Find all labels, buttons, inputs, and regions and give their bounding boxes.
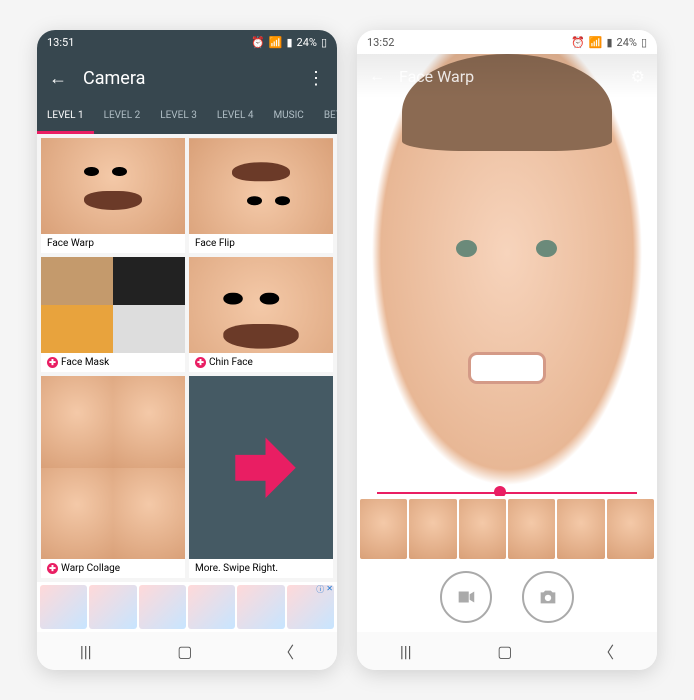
ad-item (89, 585, 136, 629)
status-indicators: ⏰ 📶 ▮ 24% ▯ (251, 36, 327, 49)
slider-thumb[interactable] (494, 486, 506, 496)
effect-thumb[interactable] (409, 499, 456, 559)
nav-bar: ||| ▢ 〈 (357, 632, 657, 670)
status-indicators: ⏰ 📶 ▮ 24% ▯ (571, 36, 647, 49)
tab-music[interactable]: MUSIC (263, 102, 313, 134)
tile-thumbnail (41, 257, 185, 353)
battery-text: 24% (617, 36, 637, 49)
effect-thumb[interactable] (459, 499, 506, 559)
tile-thumbnail (189, 138, 333, 234)
ad-item (188, 585, 235, 629)
face-image (357, 54, 657, 496)
premium-badge-icon: ✚ (195, 357, 206, 368)
app-bar: ← Camera ⋮ (37, 54, 337, 102)
battery-icon: ▯ (321, 36, 327, 49)
capture-controls (357, 562, 657, 632)
phone-camera-levels: 13:51 ⏰ 📶 ▮ 24% ▯ ← Camera ⋮ LEVEL 1 LEV… (37, 30, 337, 670)
ad-item (237, 585, 284, 629)
record-video-button[interactable] (440, 571, 492, 623)
battery-text: 24% (297, 36, 317, 49)
more-icon[interactable]: ⋮ (307, 68, 325, 89)
take-photo-button[interactable] (522, 571, 574, 623)
effect-thumb[interactable] (508, 499, 555, 559)
tile-label: More. Swipe Right. (189, 559, 333, 578)
alarm-icon: ⏰ (251, 36, 265, 49)
tile-face-mask[interactable]: ✚Face Mask (41, 257, 185, 372)
tab-level3[interactable]: LEVEL 3 (150, 102, 207, 134)
tile-label: ✚Face Mask (41, 353, 185, 372)
nav-bar: ||| ▢ 〈 (37, 632, 337, 670)
tile-label: Face Warp (41, 234, 185, 253)
effect-grid: Face Warp Face Flip ✚Face Mask ✚Chin Fac… (37, 134, 337, 582)
effect-thumb[interactable] (360, 499, 407, 559)
settings-icon[interactable]: ⚙ (631, 67, 645, 86)
face-preview[interactable] (357, 54, 657, 496)
tab-level2[interactable]: LEVEL 2 (94, 102, 151, 134)
level-tabs: LEVEL 1 LEVEL 2 LEVEL 3 LEVEL 4 MUSIC BE… (37, 102, 337, 134)
premium-badge-icon: ✚ (47, 563, 58, 574)
tile-face-warp[interactable]: Face Warp (41, 138, 185, 253)
tile-label: ✚Warp Collage (41, 559, 185, 578)
ad-item (40, 585, 87, 629)
nav-home-icon[interactable]: ▢ (497, 642, 512, 661)
tile-label: Face Flip (189, 234, 333, 253)
ad-item (139, 585, 186, 629)
battery-icon: ▯ (641, 36, 647, 49)
camera-icon (537, 586, 559, 608)
app-title: Face Warp (399, 67, 631, 86)
arrow-right-icon (218, 413, 304, 523)
signal-icon: ▮ (286, 36, 292, 49)
back-icon[interactable]: ← (49, 68, 67, 89)
tile-label: ✚Chin Face (189, 353, 333, 372)
nav-back-icon[interactable]: 〈 (598, 639, 614, 663)
nav-home-icon[interactable]: ▢ (177, 642, 192, 661)
effect-thumb[interactable] (557, 499, 604, 559)
video-icon (455, 586, 477, 608)
tab-bet[interactable]: BET (314, 102, 337, 134)
status-bar: 13:52 ⏰ 📶 ▮ 24% ▯ (357, 30, 657, 54)
tile-thumbnail (41, 138, 185, 234)
nav-back-icon[interactable]: 〈 (278, 639, 294, 663)
phone-face-warp-editor: 13:52 ⏰ 📶 ▮ 24% ▯ ← Face Warp ⚙ (357, 30, 657, 670)
signal-icon: ▮ (606, 36, 612, 49)
tile-face-flip[interactable]: Face Flip (189, 138, 333, 253)
app-title: Camera (83, 68, 307, 89)
status-time: 13:52 (367, 36, 394, 49)
tile-thumbnail (41, 376, 185, 559)
tile-warp-collage[interactable]: ✚Warp Collage (41, 376, 185, 578)
app-bar-overlay: ← Face Warp ⚙ (357, 54, 657, 98)
warp-slider[interactable] (377, 492, 637, 494)
tile-thumbnail (189, 376, 333, 559)
wifi-icon: 📶 (589, 36, 603, 49)
wifi-icon: 📶 (269, 36, 283, 49)
effect-thumb[interactable] (607, 499, 654, 559)
status-time: 13:51 (47, 36, 74, 49)
tile-thumbnail (189, 257, 333, 353)
tile-chin-face[interactable]: ✚Chin Face (189, 257, 333, 372)
nav-recents-icon[interactable]: ||| (400, 642, 412, 661)
tile-more-swipe[interactable]: More. Swipe Right. (189, 376, 333, 578)
nav-recents-icon[interactable]: ||| (80, 642, 92, 661)
status-bar: 13:51 ⏰ 📶 ▮ 24% ▯ (37, 30, 337, 54)
close-ad-icon[interactable]: ✕ (326, 584, 333, 595)
info-icon: ⓘ (316, 584, 324, 595)
ad-banner[interactable]: ⓘ ✕ (37, 582, 337, 632)
back-icon[interactable]: ← (369, 66, 385, 86)
alarm-icon: ⏰ (571, 36, 585, 49)
tab-level4[interactable]: LEVEL 4 (207, 102, 264, 134)
ad-info[interactable]: ⓘ ✕ (316, 584, 333, 595)
effect-thumbnails (357, 496, 657, 562)
premium-badge-icon: ✚ (47, 357, 58, 368)
tab-level1[interactable]: LEVEL 1 (37, 102, 94, 134)
